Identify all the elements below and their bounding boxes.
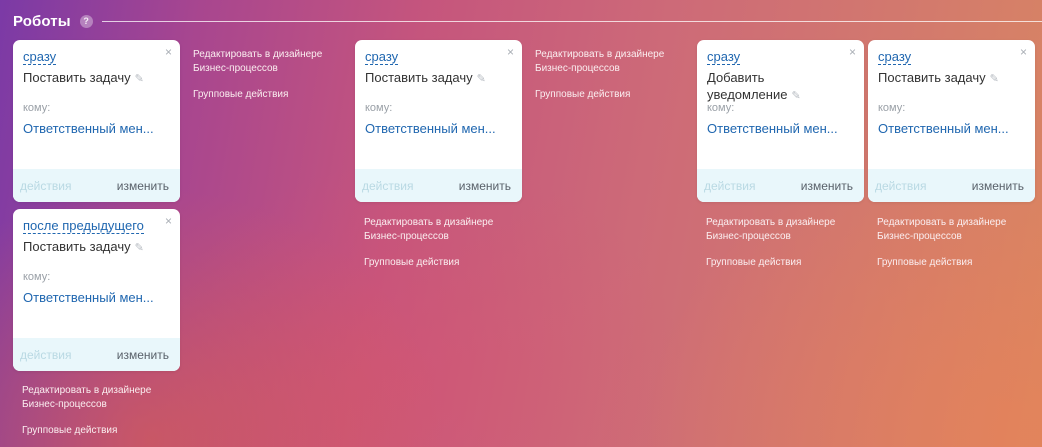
robot-card: сразу × Поставить задачу ✎ кому: Ответств… [13, 40, 180, 202]
robot-title: Добавить уведомление ✎ [707, 69, 847, 105]
robot-card: сразу × Поставить задачу ✎ кому: Ответств… [868, 40, 1035, 202]
recipient-label: кому: [23, 102, 51, 114]
page-title: Роботы [13, 12, 71, 30]
recipient-link[interactable]: Ответственный мен... [23, 290, 154, 305]
actions-button[interactable]: действия [20, 348, 71, 362]
card-footer: действия изменить [13, 338, 180, 371]
card-footer: действия изменить [697, 169, 864, 202]
card-footer: действия изменить [355, 169, 522, 202]
actions-button[interactable]: действия [875, 179, 926, 193]
edit-button[interactable]: изменить [459, 179, 511, 193]
question-circle-icon[interactable]: ? [79, 14, 93, 28]
edit-in-designer-link[interactable]: Редактировать в дизайнере Бизнес-процесс… [22, 384, 172, 412]
close-icon[interactable]: × [849, 46, 856, 58]
edit-in-designer-link[interactable]: Редактировать в дизайнере Бизнес-процесс… [877, 216, 1027, 244]
recipient-label: кому: [23, 271, 51, 283]
robot-title: Поставить задачу ✎ [365, 69, 515, 88]
close-icon[interactable]: × [165, 215, 172, 227]
trigger-link[interactable]: сразу [707, 50, 741, 65]
robot-card: сразу × Поставить задачу ✎ кому: Ответств… [355, 40, 522, 202]
robot-title: Поставить задачу ✎ [23, 69, 173, 88]
robot-title: Поставить задачу ✎ [23, 238, 173, 257]
recipient-link[interactable]: Ответственный мен... [365, 121, 496, 136]
group-actions-link[interactable]: Групповые действия [193, 88, 343, 102]
group-actions-link[interactable]: Групповые действия [877, 256, 1027, 270]
robot-title-text: Поставить задачу [23, 70, 131, 85]
robot-title-text: Поставить задачу [365, 70, 473, 85]
stage-links: Редактировать в дизайнере Бизнес-процесс… [706, 216, 856, 270]
robot-card: после предыдущего × Поставить задачу ✎ ко… [13, 209, 180, 371]
recipient-link[interactable]: Ответственный мен... [707, 121, 838, 136]
card-footer: действия изменить [868, 169, 1035, 202]
recipient-link[interactable]: Ответственный мен... [23, 121, 154, 136]
robot-title-text: Поставить задачу [23, 239, 131, 254]
trigger-link[interactable]: сразу [878, 50, 912, 65]
trigger-link[interactable]: сразу [23, 50, 57, 65]
pencil-icon[interactable]: ✎ [990, 71, 999, 88]
edit-in-designer-link[interactable]: Редактировать в дизайнере Бизнес-процесс… [535, 48, 685, 76]
actions-button[interactable]: действия [20, 179, 71, 193]
stage-links: Редактировать в дизайнере Бизнес-процесс… [22, 384, 172, 438]
robot-title: Поставить задачу ✎ [878, 69, 1028, 88]
close-icon[interactable]: × [507, 46, 514, 58]
stage-links: Редактировать в дизайнере Бизнес-процесс… [364, 216, 514, 270]
pencil-icon[interactable]: ✎ [477, 71, 486, 88]
recipient-label: кому: [707, 102, 735, 114]
robot-title-text: Поставить задачу [878, 70, 986, 85]
group-actions-link[interactable]: Групповые действия [364, 256, 514, 270]
pencil-icon[interactable]: ✎ [135, 240, 144, 257]
stage-links: Редактировать в дизайнере Бизнес-процесс… [193, 48, 343, 102]
edit-button[interactable]: изменить [117, 179, 169, 193]
edit-button[interactable]: изменить [117, 348, 169, 362]
close-icon[interactable]: × [1020, 46, 1027, 58]
edit-button[interactable]: изменить [972, 179, 1024, 193]
edit-button[interactable]: изменить [801, 179, 853, 193]
robot-title-text: Добавить уведомление [707, 70, 788, 102]
edit-in-designer-link[interactable]: Редактировать в дизайнере Бизнес-процесс… [706, 216, 856, 244]
group-actions-link[interactable]: Групповые действия [535, 88, 685, 102]
trigger-link[interactable]: сразу [365, 50, 399, 65]
header-divider [101, 20, 1042, 22]
trigger-link[interactable]: после предыдущего [23, 219, 144, 234]
pencil-icon[interactable]: ✎ [135, 71, 144, 88]
robot-card: сразу × Добавить уведомление ✎ кому: Отве… [697, 40, 864, 202]
close-icon[interactable]: × [165, 46, 172, 58]
recipient-label: кому: [365, 102, 393, 114]
stage-links: Редактировать в дизайнере Бизнес-процесс… [535, 48, 685, 102]
pencil-icon[interactable]: ✎ [791, 88, 800, 105]
edit-in-designer-link[interactable]: Редактировать в дизайнере Бизнес-процесс… [193, 48, 343, 76]
edit-in-designer-link[interactable]: Редактировать в дизайнере Бизнес-процесс… [364, 216, 514, 244]
recipient-label: кому: [878, 102, 906, 114]
actions-button[interactable]: действия [362, 179, 413, 193]
card-footer: действия изменить [13, 169, 180, 202]
actions-button[interactable]: действия [704, 179, 755, 193]
recipient-link[interactable]: Ответственный мен... [878, 121, 1009, 136]
robots-header: Роботы ? [13, 10, 1042, 32]
stage-links: Редактировать в дизайнере Бизнес-процесс… [877, 216, 1027, 270]
group-actions-link[interactable]: Групповые действия [22, 424, 172, 438]
group-actions-link[interactable]: Групповые действия [706, 256, 856, 270]
